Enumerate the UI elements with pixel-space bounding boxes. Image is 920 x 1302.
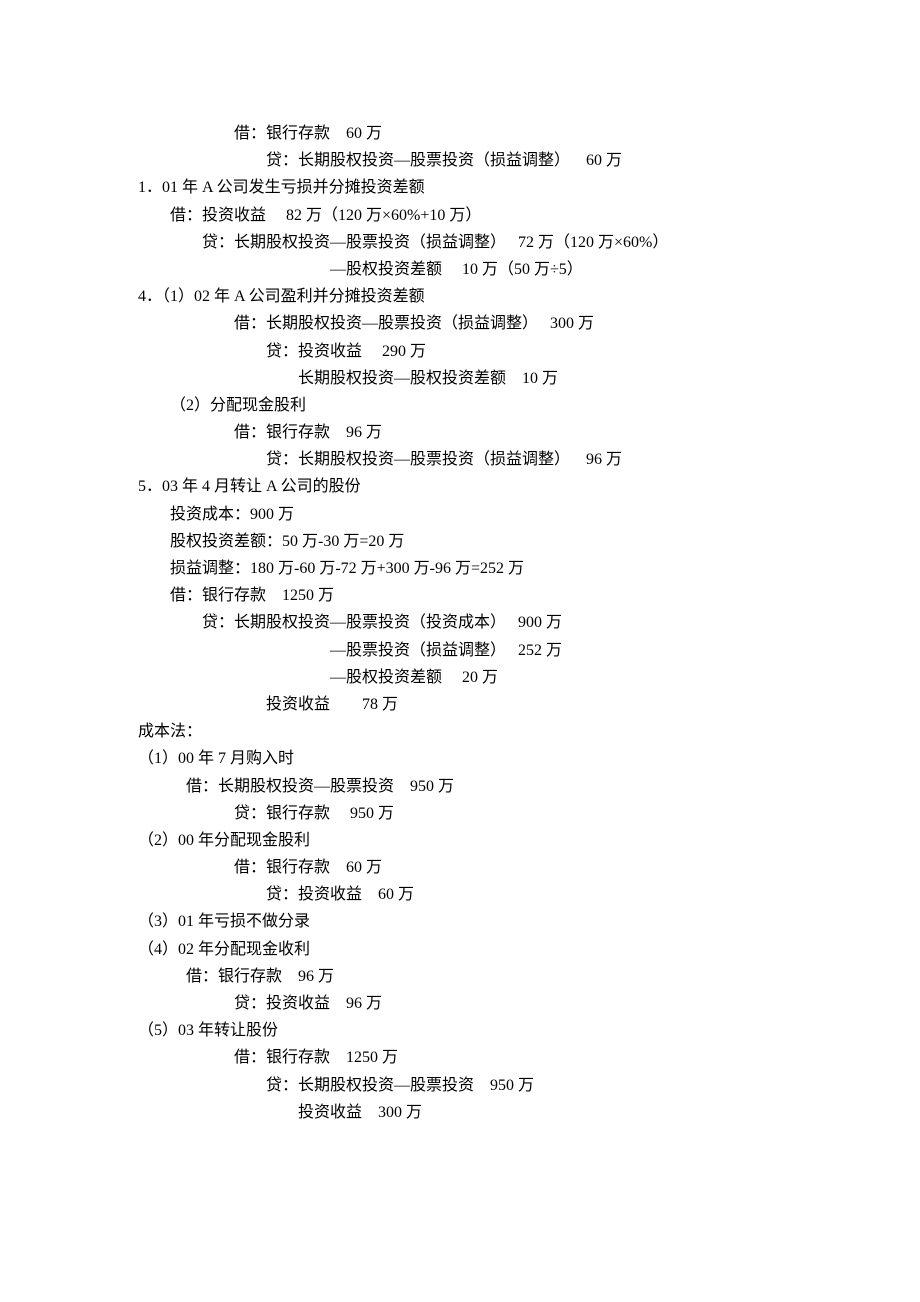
text-line: 借：银行存款 96 万	[186, 963, 860, 990]
text-line: 成本法：	[138, 718, 860, 745]
text-line: 贷：长期股权投资—股票投资 950 万	[266, 1072, 860, 1099]
text-line: 投资成本：900 万	[170, 501, 860, 528]
text-line: 投资收益 78 万	[266, 691, 860, 718]
text-line: 贷：长期股权投资—股票投资（损益调整） 60 万	[266, 147, 860, 174]
text-line: 长期股权投资—股权投资差额 10 万	[298, 365, 860, 392]
text-line: —股票投资（损益调整） 252 万	[330, 637, 860, 664]
text-line: —股权投资差额 10 万（50 万÷5）	[330, 256, 860, 283]
text-line: 5．03 年 4 月转让 A 公司的股份	[138, 473, 860, 500]
text-line: （2）分配现金股利	[170, 392, 860, 419]
text-line: 贷：银行存款 950 万	[234, 800, 860, 827]
text-line: （2）00 年分配现金股利	[138, 827, 860, 854]
text-line: 股权投资差额：50 万-30 万=20 万	[170, 528, 860, 555]
text-line: 贷：投资收益 96 万	[234, 990, 860, 1017]
document-page: 借：银行存款 60 万贷：长期股权投资—股票投资（损益调整） 60 万1．01 …	[0, 120, 920, 1126]
text-line: 贷：投资收益 290 万	[266, 338, 860, 365]
text-line: 投资收益 300 万	[298, 1099, 860, 1126]
text-line: 借：银行存款 96 万	[234, 419, 860, 446]
text-line: 贷：长期股权投资—股票投资（损益调整） 72 万（120 万×60%）	[202, 229, 860, 256]
text-line: 借：长期股权投资—股票投资（损益调整） 300 万	[234, 310, 860, 337]
text-line: 贷：长期股权投资—股票投资（损益调整） 96 万	[266, 446, 860, 473]
text-line: 损益调整：180 万-60 万-72 万+300 万-96 万=252 万	[170, 555, 860, 582]
text-line: （5）03 年转让股份	[138, 1017, 860, 1044]
text-line: 借：投资收益 82 万（120 万×60%+10 万）	[170, 202, 860, 229]
text-line: 借：银行存款 60 万	[234, 854, 860, 881]
text-line: 贷：投资收益 60 万	[266, 881, 860, 908]
text-line: （1）00 年 7 月购入时	[138, 745, 860, 772]
text-line: —股权投资差额 20 万	[330, 664, 860, 691]
text-line: 1．01 年 A 公司发生亏损并分摊投资差额	[138, 174, 860, 201]
document-body: 借：银行存款 60 万贷：长期股权投资—股票投资（损益调整） 60 万1．01 …	[138, 120, 860, 1126]
text-line: 贷：长期股权投资—股票投资（投资成本） 900 万	[202, 609, 860, 636]
text-line: （4）02 年分配现金收利	[138, 936, 860, 963]
text-line: 借：长期股权投资—股票投资 950 万	[186, 773, 860, 800]
text-line: （3）01 年亏损不做分录	[138, 908, 860, 935]
text-line: 4．（1）02 年 A 公司盈利并分摊投资差额	[138, 283, 860, 310]
text-line: 借：银行存款 1250 万	[234, 1044, 860, 1071]
text-line: 借：银行存款 60 万	[234, 120, 860, 147]
text-line: 借：银行存款 1250 万	[170, 582, 860, 609]
